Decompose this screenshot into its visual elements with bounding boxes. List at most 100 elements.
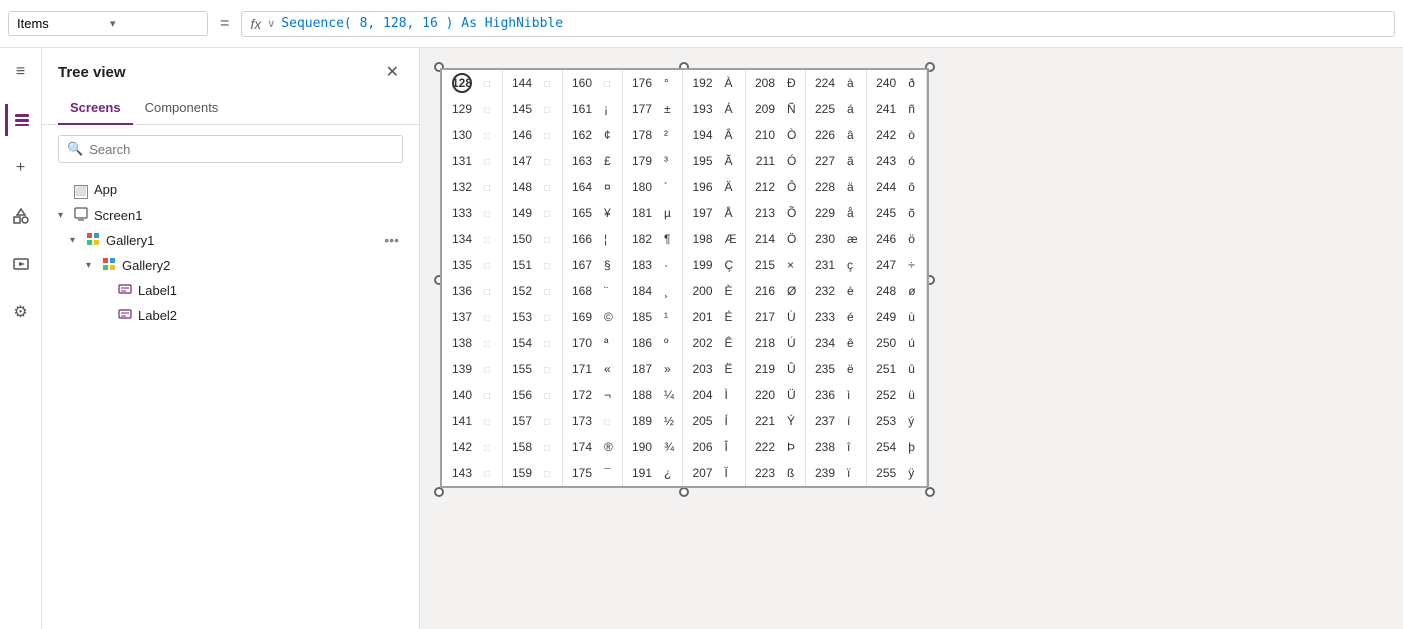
grid-char: Å bbox=[719, 200, 746, 226]
gallery1-more-button[interactable]: ••• bbox=[380, 232, 403, 248]
tree-item-app[interactable]: ⬜ App bbox=[42, 177, 419, 203]
grid-number: 190 bbox=[622, 434, 658, 460]
grid-number: 128 bbox=[442, 70, 478, 96]
grid-char: » bbox=[658, 356, 683, 382]
grid-char: □ bbox=[538, 174, 562, 200]
main-content: ≡ + ⚙ Tree view ✕ bbox=[0, 48, 1403, 629]
grid-number: 239 bbox=[805, 460, 841, 486]
grid-char: ò bbox=[902, 122, 926, 148]
grid-char: é bbox=[841, 304, 866, 330]
grid-number: 223 bbox=[745, 460, 781, 486]
items-dropdown-label: Items bbox=[17, 16, 106, 31]
table-row: 129□145□161¡177±193Á209Ñ225á241ñ bbox=[442, 96, 926, 122]
search-box[interactable]: 🔍 bbox=[58, 135, 403, 163]
grid-number: 137 bbox=[442, 304, 478, 330]
grid-char: ¢ bbox=[598, 122, 622, 148]
tree-item-screen1[interactable]: ▾ Screen1 bbox=[42, 203, 419, 228]
grid-number: 148 bbox=[502, 174, 538, 200]
hamburger-icon[interactable]: ≡ bbox=[5, 56, 37, 88]
grid-number: 157 bbox=[502, 408, 538, 434]
formula-chevron: ∨ bbox=[267, 17, 275, 30]
tree-panel-title: Tree view bbox=[58, 64, 126, 81]
grid-char: □ bbox=[478, 408, 502, 434]
grid-number: 253 bbox=[866, 408, 902, 434]
app-label: App bbox=[94, 182, 403, 197]
grid-number: 136 bbox=[442, 278, 478, 304]
grid-number: 199 bbox=[683, 252, 719, 278]
grid-char: ß bbox=[781, 460, 805, 486]
layers-icon[interactable] bbox=[5, 104, 37, 136]
grid-char: □ bbox=[478, 148, 502, 174]
grid-number: 145 bbox=[502, 96, 538, 122]
handle-bot-right[interactable] bbox=[925, 487, 935, 497]
grid-char: « bbox=[598, 356, 622, 382]
grid-number: 185 bbox=[622, 304, 658, 330]
screen-icon bbox=[74, 207, 88, 224]
tree-item-label1[interactable]: Label1 bbox=[42, 278, 419, 303]
gallery2-icon bbox=[102, 257, 116, 274]
tree-item-label2[interactable]: Label2 bbox=[42, 303, 419, 328]
grid-char: ¯ bbox=[598, 460, 622, 486]
handle-bot-left[interactable] bbox=[434, 487, 444, 497]
grid-wrapper: 128□144□160□176°192À208Ð224à240ð129□145□… bbox=[440, 68, 929, 491]
tab-components[interactable]: Components bbox=[133, 92, 231, 125]
grid-number: 169 bbox=[562, 304, 598, 330]
canvas-area[interactable]: 128□144□160□176°192À208Ð224à240ð129□145□… bbox=[420, 48, 1403, 629]
top-bar: Items ▾ = fx ∨ Sequence( 8, 128, 16 ) As… bbox=[0, 0, 1403, 48]
plus-icon[interactable]: + bbox=[5, 152, 37, 184]
grid-number: 227 bbox=[805, 148, 841, 174]
screen1-label: Screen1 bbox=[94, 208, 403, 223]
grid-number: 208 bbox=[745, 70, 781, 96]
search-input[interactable] bbox=[89, 142, 394, 157]
grid-char: æ bbox=[841, 226, 866, 252]
grid-number: 152 bbox=[502, 278, 538, 304]
grid-number: 189 bbox=[622, 408, 658, 434]
grid-char: ¼ bbox=[658, 382, 683, 408]
grid-char: Â bbox=[719, 122, 746, 148]
data-grid-container: 128□144□160□176°192À208Ð224à240ð129□145□… bbox=[440, 68, 929, 488]
grid-char: º bbox=[658, 330, 683, 356]
grid-char: ¹ bbox=[658, 304, 683, 330]
tree-item-gallery2[interactable]: ▾ Gallery2 bbox=[42, 253, 419, 278]
tree-item-gallery1[interactable]: ▾ Gallery1 ••• bbox=[42, 228, 419, 253]
tab-screens[interactable]: Screens bbox=[58, 92, 133, 125]
label1-label: Label1 bbox=[138, 283, 403, 298]
grid-number: 171 bbox=[562, 356, 598, 382]
search-icon: 🔍 bbox=[67, 141, 83, 157]
grid-char: Ñ bbox=[781, 96, 805, 122]
grid-char: □ bbox=[538, 200, 562, 226]
grid-char: Á bbox=[719, 96, 746, 122]
grid-char: ¬ bbox=[598, 382, 622, 408]
grid-number: 224 bbox=[805, 70, 841, 96]
grid-number: 170 bbox=[562, 330, 598, 356]
media-icon[interactable] bbox=[5, 248, 37, 280]
grid-number: 177 bbox=[622, 96, 658, 122]
close-button[interactable]: ✕ bbox=[382, 60, 403, 84]
grid-number: 153 bbox=[502, 304, 538, 330]
grid-char: Ü bbox=[781, 382, 805, 408]
grid-char: □ bbox=[538, 408, 562, 434]
grid-char: ÿ bbox=[902, 460, 926, 486]
grid-char: î bbox=[841, 434, 866, 460]
sidebar-icons: ≡ + ⚙ bbox=[0, 48, 42, 629]
shapes-icon[interactable] bbox=[5, 200, 37, 232]
grid-char: ô bbox=[902, 174, 926, 200]
app-icon: ⬜ bbox=[74, 181, 88, 199]
grid-number: 182 bbox=[622, 226, 658, 252]
settings-icon[interactable]: ⚙ bbox=[5, 296, 37, 328]
grid-char: × bbox=[781, 252, 805, 278]
grid-number: 201 bbox=[683, 304, 719, 330]
items-dropdown[interactable]: Items ▾ bbox=[8, 11, 208, 36]
grid-number: 209 bbox=[745, 96, 781, 122]
gallery1-label: Gallery1 bbox=[106, 233, 376, 248]
grid-number: 188 bbox=[622, 382, 658, 408]
handle-bot-mid[interactable] bbox=[679, 487, 689, 497]
grid-char: □ bbox=[538, 304, 562, 330]
grid-char: Í bbox=[719, 408, 746, 434]
grid-number: 132 bbox=[442, 174, 478, 200]
grid-char: ² bbox=[658, 122, 683, 148]
grid-number: 168 bbox=[562, 278, 598, 304]
grid-char: ¦ bbox=[598, 226, 622, 252]
grid-number: 149 bbox=[502, 200, 538, 226]
grid-number: 178 bbox=[622, 122, 658, 148]
